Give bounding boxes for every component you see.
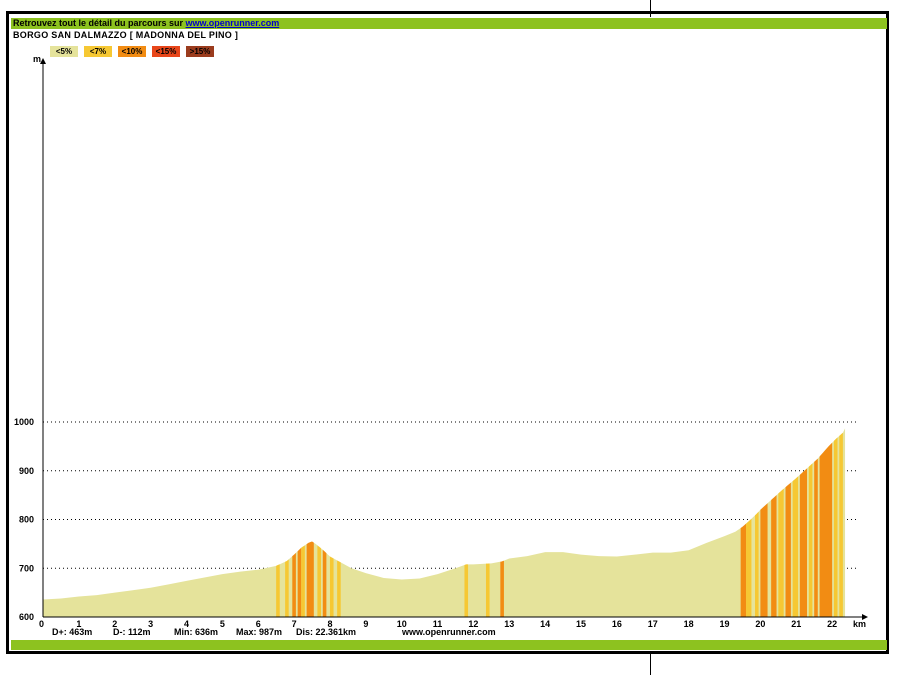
x-tick-label: 17 <box>648 619 658 629</box>
x-tick-label: 21 <box>791 619 801 629</box>
x-tick-label: 18 <box>684 619 694 629</box>
gradient-segment <box>301 545 305 617</box>
gradient-segment <box>485 563 490 617</box>
gradient-segment <box>322 549 327 617</box>
gradient-segment <box>771 495 777 617</box>
gradient-segment <box>464 564 469 617</box>
gradient-segment <box>839 432 843 617</box>
gradient-segment <box>317 545 321 617</box>
gradient-segment <box>306 541 314 617</box>
y-tick-label: 1000 <box>14 417 34 427</box>
gradient-segment <box>833 437 838 617</box>
gradient-segment <box>819 442 833 617</box>
x-axis-label: km <box>853 619 866 629</box>
stat-distance: Dis: 22.361km <box>296 627 357 637</box>
gradient-segment <box>329 556 334 617</box>
gradient-segment <box>500 560 504 617</box>
gradient-segment <box>740 523 747 617</box>
x-tick-label: 22 <box>827 619 837 629</box>
stat-max: Max: 987m <box>236 627 283 637</box>
gradient-segment <box>808 463 813 617</box>
y-tick-label: 700 <box>19 563 34 573</box>
y-axis-label: m <box>33 54 41 64</box>
elevation-area <box>43 428 846 617</box>
elevation-chart: m km 0 1 2 3 4 5 6 7 8 9 10 11 12 13 14 15 16 17 18 19 20 21 2… <box>14 54 868 629</box>
stat-d-plus: D+: 463m <box>52 627 93 637</box>
stat-min: Min: 636m <box>174 627 219 637</box>
gradient-segment <box>799 468 808 617</box>
y-tick-label: 600 <box>19 612 34 622</box>
gradient-segment <box>760 503 768 617</box>
stat-site: www.openrunner.com <box>402 627 496 637</box>
gradient-segment <box>292 552 296 617</box>
stat-d-minus: D-: 112m <box>113 627 151 637</box>
y-tick-label: 800 <box>19 515 34 525</box>
gradient-segment <box>778 488 784 617</box>
x-tick-label: 19 <box>720 619 730 629</box>
gradient-segment <box>337 560 341 617</box>
gradient-segment <box>276 564 280 617</box>
gradient-segment <box>785 482 791 617</box>
gradient-segment <box>297 547 302 617</box>
y-tick-label: 900 <box>19 466 34 476</box>
gradient-segment <box>746 518 752 617</box>
gradient-segment <box>814 458 818 617</box>
x-tick-label: 16 <box>612 619 622 629</box>
gradient-segment <box>792 476 799 617</box>
x-tick-label: 20 <box>755 619 765 629</box>
x-tick-label: 0 <box>39 619 44 629</box>
x-tick-label: 15 <box>576 619 586 629</box>
gradient-segment <box>285 559 289 617</box>
gradient-segment <box>755 511 759 617</box>
stats-footer: D+: 463m D-: 112m Min: 636m Max: 987m Di… <box>52 627 552 639</box>
